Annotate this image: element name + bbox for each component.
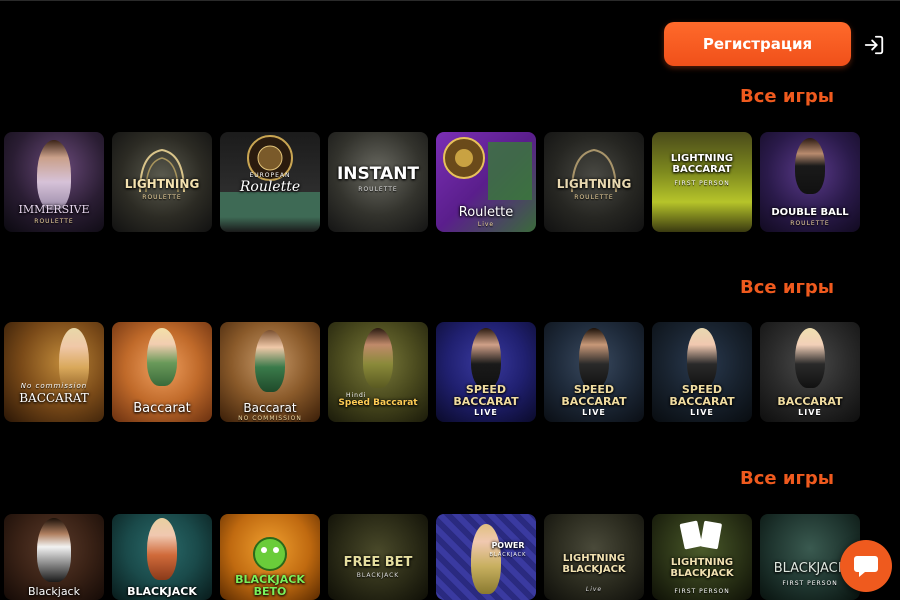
dealer-figure: [255, 330, 285, 392]
game-title: SPEED BACCARAT: [669, 383, 735, 408]
game-subtitle: No commission: [20, 382, 88, 390]
dealer-figure: [687, 328, 717, 388]
game-subtitle: BLACKJACK: [356, 572, 400, 579]
chat-button[interactable]: [840, 540, 892, 592]
game-subtitle: ROULETTE: [790, 220, 830, 227]
game-tile[interactable]: Baccarat NO COMMISSION: [220, 322, 320, 422]
game-title: Baccarat: [133, 401, 191, 416]
game-tile[interactable]: Roulette EUROPEAN: [220, 132, 320, 232]
game-tile[interactable]: Roulette Live: [436, 132, 536, 232]
login-icon[interactable]: [863, 34, 885, 56]
game-tile[interactable]: IMMERSIVE ROULETTE: [4, 132, 104, 232]
game-subtitle: ROULETTE: [574, 194, 614, 201]
games-row-roulette: IMMERSIVE ROULETTE LIGHTNING ROULETTE Ro…: [4, 132, 860, 232]
chat-bubble-icon: [854, 556, 878, 577]
game-tile[interactable]: Baccarat: [112, 322, 212, 422]
game-title: Roulette: [239, 179, 301, 195]
game-title: Roulette: [458, 205, 514, 220]
game-tile[interactable]: LIGHTNING ROULETTE: [544, 132, 644, 232]
game-subtitle: ROULETTE: [34, 218, 74, 225]
dealer-figure: [147, 328, 177, 386]
games-row-blackjack: Blackjack BLACKJACK BLACKJACK BETO FREE …: [4, 514, 860, 600]
game-title: LIGHTNING BLACKJACK: [670, 557, 734, 579]
game-title: FREE BET: [343, 555, 413, 570]
game-subtitle: Live: [585, 586, 603, 593]
game-tile[interactable]: BACCARAT LIVE: [760, 322, 860, 422]
game-title: LIGHTNING: [124, 177, 200, 191]
game-subtitle: ROULETTE: [142, 194, 182, 201]
dealer-figure: [795, 328, 825, 388]
game-tile[interactable]: BLACKJACK: [112, 514, 212, 600]
game-title: BACCARAT: [19, 391, 89, 405]
dealer-figure: [579, 328, 609, 388]
all-games-link-blackjack[interactable]: Все игры: [740, 468, 840, 489]
game-subtitle: LIVE: [690, 408, 714, 417]
all-games-link-roulette[interactable]: Все игры: [740, 86, 840, 107]
game-subtitle: BLACKJACK: [489, 552, 527, 558]
game-tile[interactable]: BLACKJACK BETO: [220, 514, 320, 600]
dealer-figure: [37, 518, 71, 582]
game-title: LIGHTNING: [556, 177, 632, 191]
game-title: BACCARAT: [777, 395, 843, 408]
game-tile[interactable]: SPEED BACCARAT LIVE: [436, 322, 536, 422]
game-title: SPEED BACCARAT: [561, 383, 627, 408]
dealer-figure: [471, 524, 501, 594]
game-tile[interactable]: SPEED BACCARAT LIVE: [544, 322, 644, 422]
game-subtitle: FIRST PERSON: [674, 588, 730, 595]
game-title: POWER: [491, 541, 525, 550]
game-subtitle: FIRST PERSON: [674, 180, 730, 187]
game-subtitle: ROULETTE: [358, 186, 398, 193]
game-subtitle: LIVE: [582, 408, 606, 417]
game-title: BLACKJACK BETO: [235, 573, 305, 598]
register-button[interactable]: Регистрация: [664, 22, 851, 66]
game-tile[interactable]: LIGHTNING ROULETTE: [112, 132, 212, 232]
game-tile[interactable]: No commission BACCARAT: [4, 322, 104, 422]
game-title: Speed Baccarat: [338, 398, 418, 408]
top-border: [0, 0, 900, 1]
game-subtitle: LIVE: [798, 408, 822, 417]
game-title: BLACKJACK: [127, 585, 197, 598]
game-tile[interactable]: LIGHTNING BLACKJACK FIRST PERSON: [652, 514, 752, 600]
game-tile[interactable]: DOUBLE BALL ROULETTE: [760, 132, 860, 232]
game-title: IMMERSIVE: [18, 203, 90, 216]
game-subtitle: EUROPEAN: [249, 172, 291, 179]
game-title: INSTANT: [336, 164, 420, 184]
game-subtitle: Live: [477, 221, 495, 228]
game-tile[interactable]: FREE BET BLACKJACK: [328, 514, 428, 600]
games-row-baccarat: No commission BACCARAT Baccarat Baccarat…: [4, 322, 860, 422]
game-tile[interactable]: LIGHTNING BACCARAT FIRST PERSON: [652, 132, 752, 232]
game-tile[interactable]: Blackjack: [4, 514, 104, 600]
game-tile[interactable]: Hindi Speed Baccarat: [328, 322, 428, 422]
game-tile[interactable]: POWER BLACKJACK: [436, 514, 536, 600]
dealer-figure: [363, 328, 393, 388]
game-title: LIGHTNING BLACKJACK: [562, 553, 626, 575]
game-tile[interactable]: SPEED BACCARAT LIVE: [652, 322, 752, 422]
game-title: DOUBLE BALL: [771, 207, 849, 218]
dealer-figure: [147, 518, 177, 580]
game-tile[interactable]: INSTANT ROULETTE: [328, 132, 428, 232]
dealer-figure: [471, 328, 501, 388]
dealer-figure: [37, 140, 71, 210]
game-tile[interactable]: LIGHTNING BLACKJACK Live: [544, 514, 644, 600]
game-title: SPEED BACCARAT: [453, 383, 519, 408]
game-title: Baccarat: [243, 401, 297, 415]
game-title: Blackjack: [28, 585, 80, 598]
game-subtitle: NO COMMISSION: [238, 415, 302, 422]
game-title: LIGHTNING BACCARAT: [670, 153, 734, 175]
dealer-figure: [795, 138, 825, 194]
game-subtitle: LIVE: [474, 408, 498, 417]
all-games-link-baccarat[interactable]: Все игры: [740, 277, 840, 298]
